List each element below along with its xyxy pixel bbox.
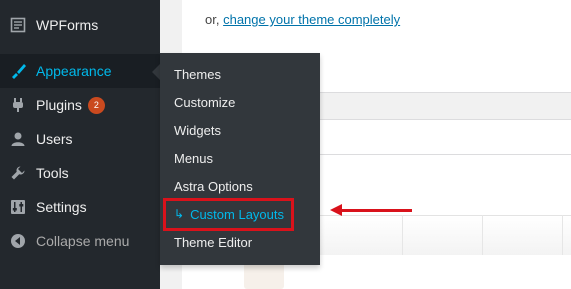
submenu-item-astra-options[interactable]: Astra Options <box>174 176 253 196</box>
wpforms-icon <box>8 15 28 35</box>
update-count-badge: 2 <box>87 96 105 114</box>
submenu-item-widgets[interactable]: Widgets <box>174 120 221 140</box>
sidebar-item-label: Plugins <box>36 97 82 113</box>
sidebar-item-plugins[interactable]: Plugins 2 <box>0 88 160 122</box>
sliders-icon <box>8 197 28 217</box>
submenu-item-label: Widgets <box>174 122 221 138</box>
appearance-submenu: Themes Customize Widgets Menus Astra Opt… <box>160 53 320 265</box>
collapse-icon <box>8 231 28 251</box>
prefix-text: or, <box>205 12 220 27</box>
sidebar-item-label: Tools <box>36 165 69 181</box>
content-band <box>320 92 571 120</box>
sidebar-item-settings[interactable]: Settings <box>0 190 160 224</box>
admin-sidebar: WPForms Appearance Plugins 2 Users Tools… <box>0 0 160 289</box>
submenu-item-label: Themes <box>174 66 221 82</box>
sidebar-item-tools[interactable]: Tools <box>0 156 160 190</box>
sidebar-item-users[interactable]: Users <box>0 122 160 156</box>
sidebar-item-label: Settings <box>36 199 87 215</box>
change-theme-link[interactable]: change your theme completely <box>223 12 400 27</box>
sidebar-item-wpforms[interactable]: WPForms <box>0 8 160 42</box>
sidebar-item-label: Appearance <box>36 63 112 79</box>
sidebar-item-appearance[interactable]: Appearance <box>0 54 160 88</box>
annotation-arrow-line <box>342 209 412 212</box>
submenu-item-label: Customize <box>174 94 236 110</box>
submenu-item-label: Menus <box>174 150 214 166</box>
submenu-item-menus[interactable]: Menus <box>174 148 213 168</box>
submenu-item-customize[interactable]: Customize <box>174 92 235 112</box>
paintbrush-icon <box>8 61 28 81</box>
grid-divider <box>562 215 563 255</box>
sidebar-item-label: Collapse menu <box>36 233 130 249</box>
sidebar-item-label: Users <box>36 131 73 147</box>
submenu-item-label: Astra Options <box>174 178 253 194</box>
theme-change-text: or, change your theme completely <box>205 12 400 27</box>
highlight-box <box>163 198 294 231</box>
content-divider <box>320 154 571 155</box>
submenu-item-themes[interactable]: Themes <box>174 64 221 84</box>
theme-preview-strip <box>320 215 571 255</box>
grid-divider <box>482 215 483 255</box>
annotation-arrow-icon <box>330 204 342 216</box>
user-icon <box>8 129 28 149</box>
grid-divider <box>402 215 403 255</box>
active-menu-pointer <box>152 64 160 80</box>
submenu-item-theme-editor[interactable]: Theme Editor <box>174 232 252 252</box>
submenu-item-label: Theme Editor <box>174 234 253 250</box>
wrench-icon <box>8 163 28 183</box>
sidebar-item-label: WPForms <box>36 17 99 33</box>
collapse-menu-button[interactable]: Collapse menu <box>0 224 160 258</box>
plugin-icon <box>8 95 28 115</box>
